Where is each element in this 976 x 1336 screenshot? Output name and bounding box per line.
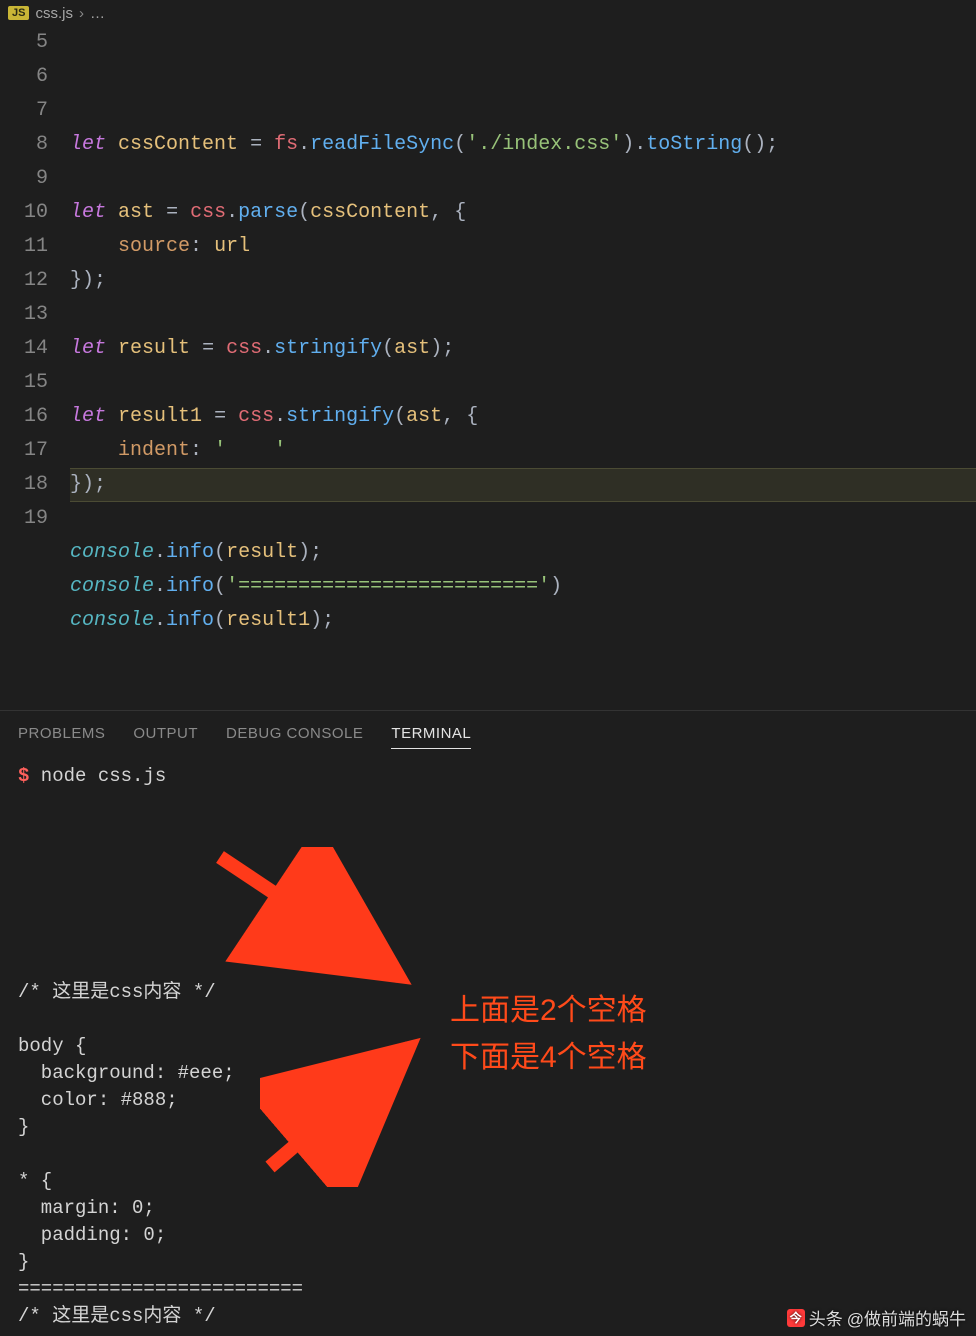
line-number: 8	[0, 128, 48, 162]
breadcrumb: JS css.js › …	[0, 0, 976, 26]
line-number: 13	[0, 298, 48, 332]
terminal-output[interactable]: $ node css.js 上面是2个空格 下面是4个空格 /* 这里是css内…	[0, 757, 976, 1336]
terminal-line: }	[18, 1249, 958, 1276]
terminal-command: node css.js	[29, 765, 166, 787]
line-number: 9	[0, 162, 48, 196]
code-line[interactable]: let ast = css.parse(cssContent, {	[70, 196, 976, 230]
code-line[interactable]: });	[70, 468, 976, 502]
toutiao-logo-icon: 今	[787, 1309, 805, 1327]
code-line[interactable]: console.info(result1);	[70, 604, 976, 638]
line-number: 15	[0, 366, 48, 400]
code-line[interactable]: let result = css.stringify(ast);	[70, 332, 976, 366]
terminal-command-line: $ node css.js	[18, 763, 958, 790]
code-line[interactable]	[70, 366, 976, 400]
watermark-text: @做前端的蜗牛	[847, 1305, 966, 1330]
terminal-line	[18, 1330, 958, 1336]
watermark-prefix: 头条	[809, 1305, 843, 1330]
code-line[interactable]	[70, 162, 976, 196]
breadcrumb-rest[interactable]: …	[90, 5, 105, 22]
line-number: 11	[0, 230, 48, 264]
code-area[interactable]: let cssContent = fs.readFileSync('./inde…	[70, 26, 976, 706]
code-line[interactable]: console.info(result);	[70, 536, 976, 570]
line-number: 5	[0, 26, 48, 60]
terminal-line: }	[18, 1114, 958, 1141]
line-number: 17	[0, 434, 48, 468]
code-line[interactable]: let cssContent = fs.readFileSync('./inde…	[70, 128, 976, 162]
annotation-arrow-top	[210, 847, 430, 997]
terminal-line: * {	[18, 1168, 958, 1195]
terminal-line: margin: 0;	[18, 1195, 958, 1222]
panel-tab-debug-console[interactable]: DEBUG CONSOLE	[226, 725, 363, 749]
line-number-gutter: 5678910111213141516171819	[0, 26, 70, 706]
panel-tab-output[interactable]: OUTPUT	[133, 725, 198, 749]
annotation-label-top: 上面是2个空格	[450, 990, 647, 1032]
line-number: 6	[0, 60, 48, 94]
code-line[interactable]: });	[70, 264, 976, 298]
line-number: 18	[0, 468, 48, 502]
line-number: 10	[0, 196, 48, 230]
annotation-label-bottom: 下面是4个空格	[450, 1037, 647, 1079]
js-file-icon: JS	[8, 6, 29, 20]
panel-tab-problems[interactable]: PROBLEMS	[18, 725, 105, 749]
panel-tab-terminal[interactable]: TERMINAL	[391, 725, 471, 749]
line-number: 7	[0, 94, 48, 128]
terminal-line: padding: 0;	[18, 1222, 958, 1249]
code-line[interactable]: let result1 = css.stringify(ast, {	[70, 400, 976, 434]
terminal-line: =========================	[18, 1276, 958, 1303]
code-line[interactable]: source: url	[70, 230, 976, 264]
chevron-right-icon: ›	[79, 5, 84, 22]
line-number: 19	[0, 502, 48, 536]
terminal-prompt: $	[18, 765, 29, 787]
panel-tabs: PROBLEMS OUTPUT DEBUG CONSOLE TERMINAL	[0, 711, 976, 757]
line-number: 12	[0, 264, 48, 298]
code-line[interactable]	[70, 298, 976, 332]
code-line[interactable]	[70, 502, 976, 536]
line-number: 16	[0, 400, 48, 434]
code-line[interactable]: console.info('========================='…	[70, 570, 976, 604]
code-line[interactable]: indent: ' '	[70, 434, 976, 468]
line-number: 14	[0, 332, 48, 366]
bottom-panel: PROBLEMS OUTPUT DEBUG CONSOLE TERMINAL $ no…	[0, 710, 976, 1336]
terminal-line	[18, 1141, 958, 1168]
code-editor[interactable]: 5678910111213141516171819 let cssContent…	[0, 26, 976, 706]
watermark: 今 头条 @做前端的蜗牛	[787, 1305, 966, 1330]
breadcrumb-file[interactable]: css.js	[35, 5, 73, 22]
terminal-line: color: #888;	[18, 1087, 958, 1114]
